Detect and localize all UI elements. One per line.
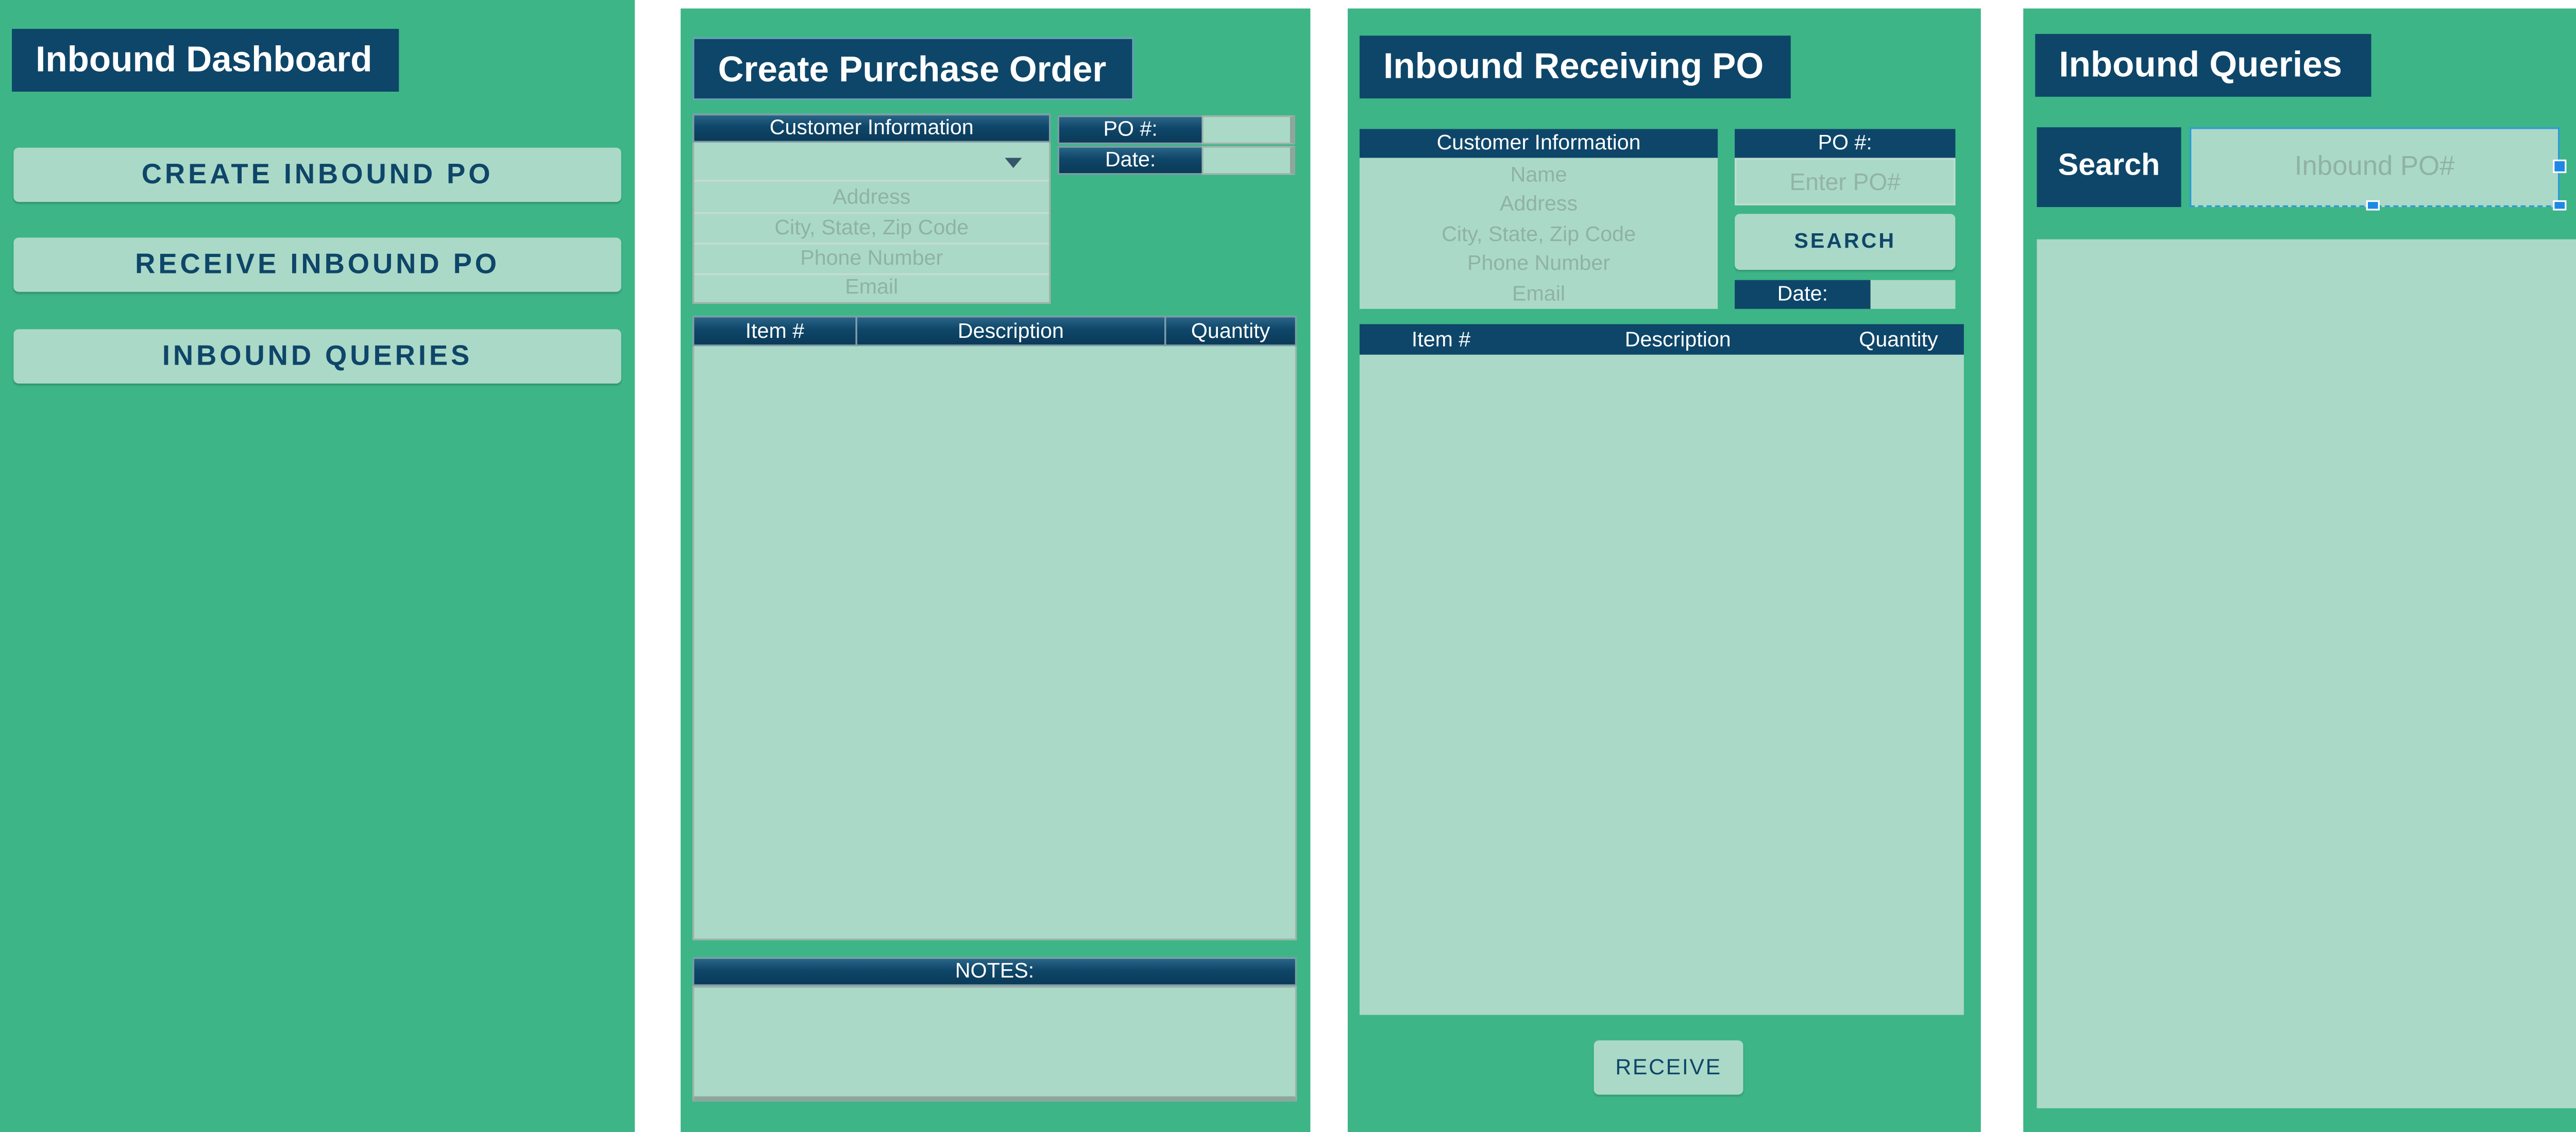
po-number-placeholder: Enter PO#: [1789, 168, 1901, 195]
column-item-number: Item #: [692, 315, 857, 347]
city-state-zip-field[interactable]: City, State, Zip Code: [1360, 220, 1718, 249]
create-po-title: Create Purchase Order: [692, 37, 1134, 100]
results-area[interactable]: [2037, 239, 2576, 1108]
resize-handle-corner[interactable]: [2553, 200, 2567, 211]
customer-info-header: Customer Information: [692, 113, 1051, 143]
date-label: Date:: [1057, 146, 1204, 175]
column-description: Description: [1624, 328, 1731, 352]
address-field[interactable]: Address: [1360, 190, 1718, 219]
column-quantity: Quantity: [1859, 328, 1938, 352]
address-field[interactable]: Address: [694, 183, 1049, 212]
phone-number-field[interactable]: Phone Number: [1360, 249, 1718, 278]
items-table[interactable]: [1359, 354, 1964, 1015]
date-input[interactable]: [1870, 280, 1956, 309]
search-input[interactable]: Inbound PO#: [2190, 127, 2560, 208]
notes-label: NOTES:: [692, 957, 1297, 986]
receiving-po-title: Inbound Receiving PO: [1359, 36, 1791, 99]
search-button[interactable]: SEARCH: [1735, 214, 1956, 270]
notes-textarea[interactable]: [692, 986, 1297, 1102]
receive-inbound-po-button[interactable]: RECEIVE INBOUND PO: [13, 237, 621, 292]
customer-select[interactable]: [694, 144, 1049, 182]
queries-title: Inbound Queries: [2035, 33, 2371, 97]
customer-info-header: Customer Information: [1359, 129, 1718, 158]
column-description: Description: [855, 315, 1166, 347]
receive-button[interactable]: RECEIVE: [1594, 1040, 1743, 1095]
items-table[interactable]: [692, 315, 1297, 940]
search-placeholder: Inbound PO#: [2294, 152, 2455, 182]
screens-canvas: Inbound Dashboard CREATE INBOUND PO RECE…: [0, 0, 2576, 1132]
date-label: Date:: [1735, 280, 1871, 309]
po-number-label: PO #:: [1735, 129, 1956, 158]
phone-number-field[interactable]: Phone Number: [694, 245, 1049, 273]
create-po-screen: Create Purchase Order Customer Informati…: [681, 8, 1311, 1132]
search-label: Search: [2037, 127, 2181, 208]
queries-screen: Inbound Queries Search Inbound PO#: [2023, 8, 2576, 1132]
email-field[interactable]: Email: [694, 273, 1049, 302]
chevron-down-icon[interactable]: [1005, 158, 1022, 168]
inbound-queries-button[interactable]: INBOUND QUERIES: [13, 329, 621, 384]
po-number-input[interactable]: [1201, 115, 1295, 145]
column-quantity: Quantity: [1164, 315, 1297, 347]
resize-handle-right[interactable]: [2553, 159, 2567, 174]
date-input[interactable]: [1201, 146, 1295, 175]
column-item-number: Item #: [1411, 328, 1471, 352]
create-inbound-po-button[interactable]: CREATE INBOUND PO: [13, 147, 621, 202]
email-field[interactable]: Email: [1360, 280, 1718, 309]
city-state-zip-field[interactable]: City, State, Zip Code: [694, 214, 1049, 243]
resize-handle-bottom[interactable]: [2366, 200, 2380, 211]
name-field[interactable]: Name: [1360, 161, 1718, 190]
po-number-input[interactable]: Enter PO#: [1735, 158, 1956, 205]
po-number-label: PO #:: [1057, 115, 1204, 145]
receiving-po-screen: Inbound Receiving PO Customer Informatio…: [1347, 8, 1981, 1132]
dashboard-title: Inbound Dashboard: [12, 29, 399, 92]
dashboard-screen: Inbound Dashboard CREATE INBOUND PO RECE…: [0, 0, 635, 1132]
